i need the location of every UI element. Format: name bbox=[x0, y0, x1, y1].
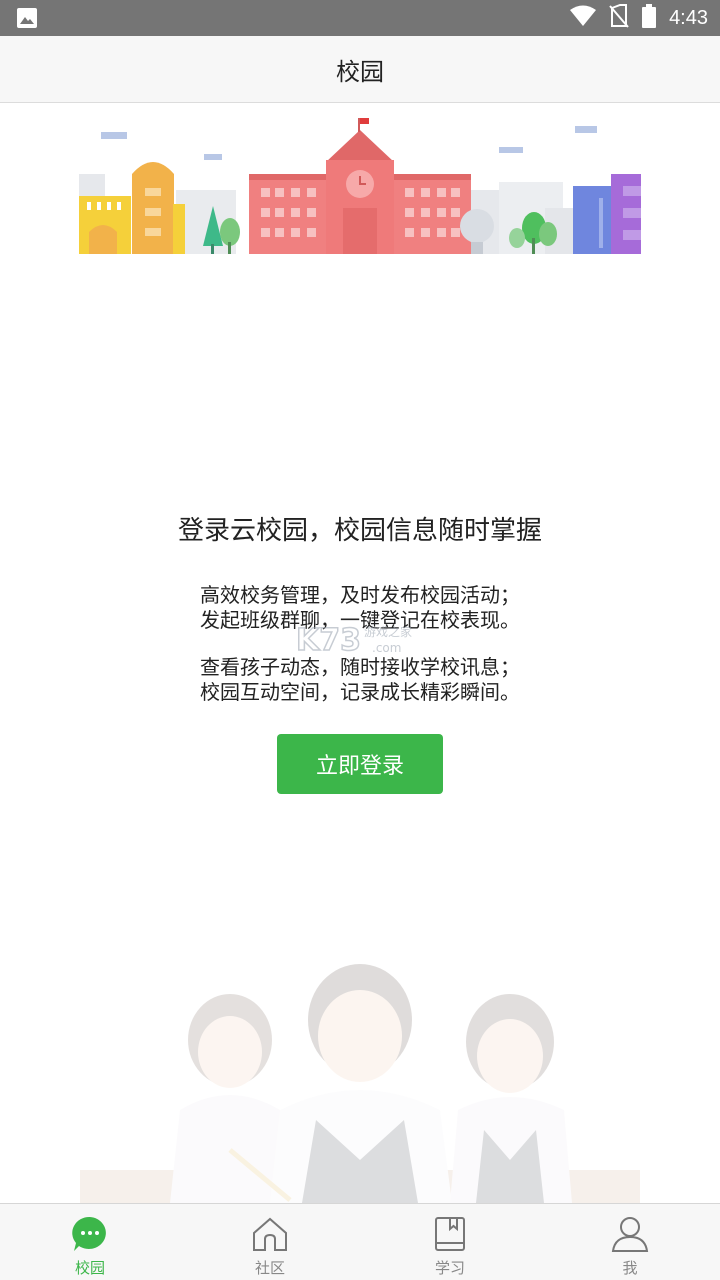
tab-community[interactable]: 社区 bbox=[180, 1204, 360, 1280]
login-button[interactable]: 立即登录 bbox=[277, 734, 443, 794]
watermark-brand: K73 bbox=[296, 623, 361, 658]
tab-label: 校园 bbox=[74, 1259, 105, 1277]
bottom-tab-bar: 校园 社区 学习 我 bbox=[0, 1203, 720, 1280]
campus-banner-illustration bbox=[79, 112, 641, 254]
battery-icon bbox=[641, 4, 657, 32]
tab-label: 社区 bbox=[254, 1259, 285, 1277]
image-icon bbox=[16, 7, 38, 33]
tab-label: 学习 bbox=[434, 1259, 465, 1277]
tab-campus[interactable]: 校园 bbox=[0, 1204, 180, 1280]
book-icon bbox=[435, 1217, 465, 1251]
user-icon bbox=[611, 1217, 649, 1252]
description-line: 查看孩子动态，随时接收学校讯息； bbox=[200, 655, 520, 679]
description-line: 校园互动空间，记录成长精彩瞬间。 bbox=[200, 680, 520, 704]
login-headline: 登录云校园，校园信息随时掌握 bbox=[177, 516, 542, 546]
wifi-icon bbox=[569, 5, 597, 31]
description-line: 高效校务管理，及时发布校园活动； bbox=[200, 583, 520, 607]
chat-bubble-icon bbox=[72, 1216, 106, 1251]
k73-watermark-logo: K73 游戏之家 .com bbox=[296, 622, 412, 658]
no-sim-icon bbox=[609, 4, 629, 32]
app-header: 校园 bbox=[0, 36, 720, 103]
home-icon bbox=[253, 1217, 287, 1251]
watermark-domain: .com bbox=[372, 641, 401, 655]
tab-me[interactable]: 我 bbox=[540, 1204, 720, 1280]
status-bar: 4:43 bbox=[0, 0, 720, 36]
tab-learning[interactable]: 学习 bbox=[360, 1204, 540, 1280]
tab-label: 我 bbox=[622, 1259, 638, 1277]
students-background-image bbox=[80, 964, 640, 1203]
page-title: 校园 bbox=[336, 57, 384, 86]
feature-description-parents: 查看孩子动态，随时接收学校讯息； 校园互动空间，记录成长精彩瞬间。 bbox=[0, 655, 720, 705]
watermark-cn: 游戏之家 bbox=[364, 624, 412, 639]
clock-time: 4:43 bbox=[669, 6, 708, 29]
